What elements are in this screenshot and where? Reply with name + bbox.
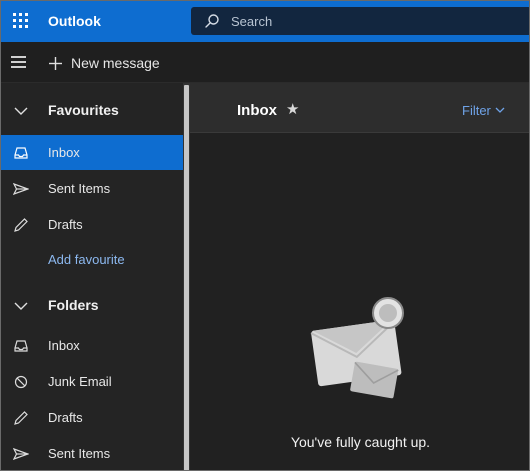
folder-item-label: Drafts bbox=[48, 410, 83, 425]
folder-item-label: Inbox bbox=[48, 338, 80, 353]
inbox-icon bbox=[14, 340, 28, 352]
add-favourite-link[interactable]: Add favourite bbox=[1, 242, 183, 277]
favourite-item-label: Sent Items bbox=[48, 181, 111, 196]
favourite-item-inbox[interactable]: Inbox bbox=[1, 135, 183, 170]
empty-state-message: You've fully caught up. bbox=[290, 434, 431, 450]
folder-pane-scrollbar[interactable] bbox=[183, 83, 190, 470]
search-box[interactable]: Search bbox=[191, 7, 529, 35]
search-icon bbox=[205, 14, 219, 28]
plus-icon bbox=[49, 56, 62, 70]
favourite-item-sent-items[interactable]: Sent Items bbox=[1, 171, 183, 206]
chevron-down-icon bbox=[14, 107, 28, 115]
folder-title: Inbox bbox=[237, 102, 277, 119]
folder-item-drafts[interactable]: Drafts bbox=[1, 400, 183, 435]
favourite-item-drafts[interactable]: Drafts bbox=[1, 207, 183, 242]
block-icon bbox=[14, 375, 28, 389]
folders-header[interactable]: Folders bbox=[1, 288, 183, 323]
folder-item-label: Sent Items bbox=[48, 446, 111, 461]
scrollbar-thumb[interactable] bbox=[184, 85, 189, 470]
message-list-pane: Inbox ★ Filter You've fully caught up. bbox=[190, 83, 529, 470]
send-icon bbox=[13, 183, 29, 195]
message-list-header: Inbox ★ Filter bbox=[190, 83, 529, 133]
favourite-item-label: Inbox bbox=[48, 145, 80, 160]
add-favourite-label: Add favourite bbox=[48, 252, 125, 267]
filter-button[interactable]: Filter bbox=[462, 103, 505, 118]
top-bar: Outlook Search bbox=[1, 1, 529, 42]
favourites-title: Favourites bbox=[48, 102, 119, 118]
envelopes-illustration bbox=[310, 297, 404, 399]
send-icon bbox=[13, 448, 29, 460]
new-message-label: New message bbox=[71, 55, 160, 71]
search-input[interactable]: Search bbox=[231, 14, 272, 29]
folder-item-label: Junk Email bbox=[48, 374, 112, 389]
command-bar: New message bbox=[1, 42, 529, 83]
hamburger-menu-icon[interactable] bbox=[11, 56, 27, 68]
pencil-icon bbox=[14, 218, 28, 232]
folder-item-sent-items[interactable]: Sent Items bbox=[1, 436, 183, 470]
outlook-window: Outlook Search New message Favourites In… bbox=[0, 0, 530, 471]
folders-title: Folders bbox=[48, 297, 99, 313]
folder-item-inbox[interactable]: Inbox bbox=[1, 328, 183, 363]
chevron-down-icon bbox=[495, 107, 505, 113]
app-launcher-icon[interactable] bbox=[13, 13, 29, 29]
new-message-button[interactable]: New message bbox=[48, 53, 160, 73]
favourites-header[interactable]: Favourites bbox=[1, 93, 183, 128]
folder-pane: Favourites Inbox Sent Items Drafts Add f… bbox=[1, 83, 183, 470]
app-name[interactable]: Outlook bbox=[48, 13, 101, 29]
filter-label: Filter bbox=[462, 103, 491, 118]
favourite-item-label: Drafts bbox=[48, 217, 83, 232]
inbox-icon bbox=[14, 147, 28, 159]
chevron-down-icon bbox=[14, 302, 28, 310]
folder-item-junk-email[interactable]: Junk Email bbox=[1, 364, 183, 399]
pencil-icon bbox=[14, 411, 28, 425]
star-icon[interactable]: ★ bbox=[286, 100, 299, 118]
